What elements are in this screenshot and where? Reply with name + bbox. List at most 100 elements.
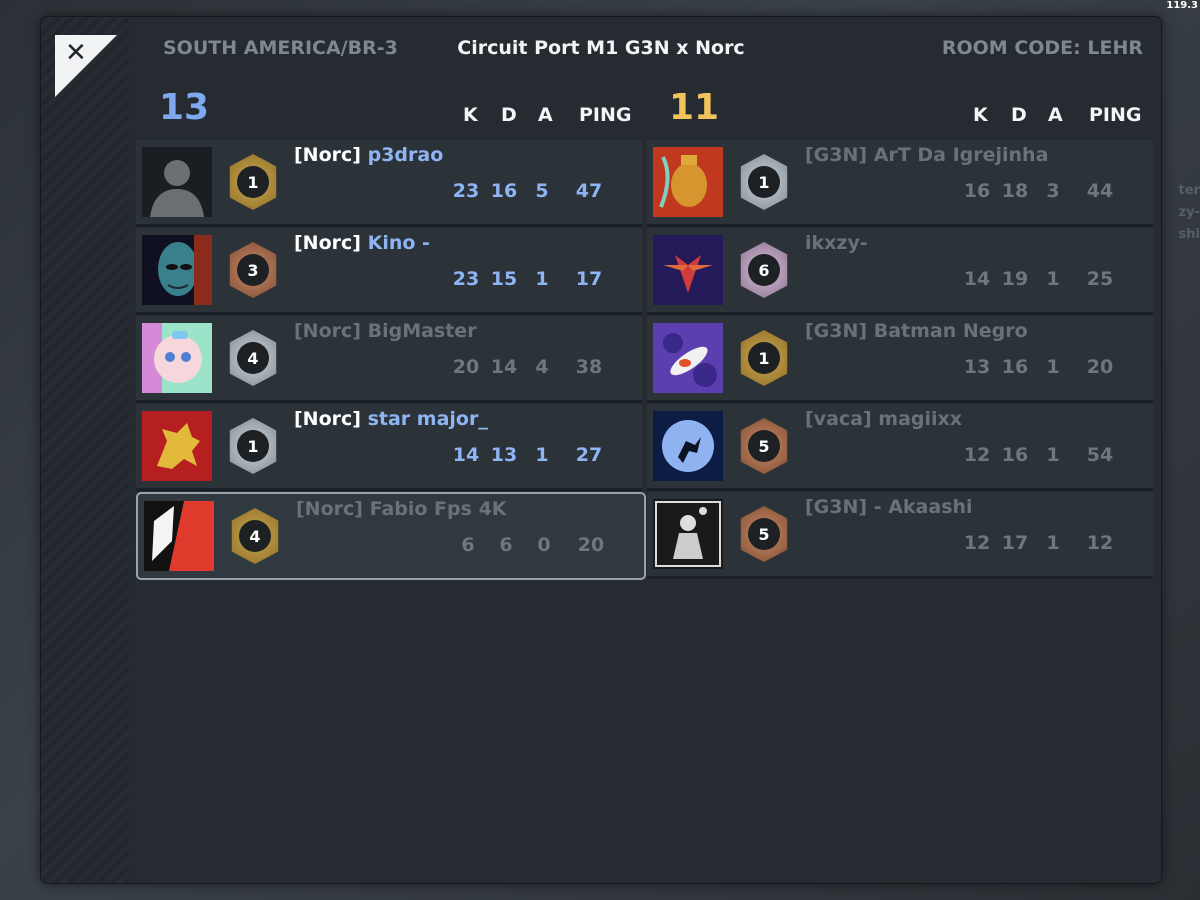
rank-number: 3 [237,254,269,286]
stat-ping: 25 [1086,268,1114,290]
rank-badge-icon: 5 [740,418,788,474]
scoreboard-panel: ✕ SOUTH AMERICA/BR-3 Circuit Port M1 G3N… [40,16,1162,884]
stat-d: 16 [1001,356,1029,378]
clan-tag: [G3N] [805,320,868,342]
stat-a: 3 [1046,180,1060,202]
stat-d: 14 [490,356,518,378]
clan-tag: [Norc] [294,320,361,342]
koi-fish-avatar [653,323,723,393]
column-assists: A [538,104,553,126]
column-ping: PING [1089,104,1142,126]
decorative-stripe [41,17,129,883]
player-name: [Norc] Kino - [294,232,430,254]
column-assists: A [1048,104,1063,126]
player-name: [Norc] BigMaster [294,320,477,342]
stat-k: 12 [963,532,991,554]
player-row[interactable]: 5 [G3N] - Akaashi 12 17 1 12 [647,492,1153,579]
stat-a: 4 [535,356,549,378]
stat-a: 1 [1046,356,1060,378]
stat-a: 1 [1046,532,1060,554]
rank-number: 1 [748,342,780,374]
player-nickname: magiixx [878,408,963,430]
player-row[interactable]: 1 [Norc] p3drao 23 16 5 47 [136,140,642,227]
room-code: ROOM CODE: LEHR [941,37,1143,59]
clan-tag: [Norc] [294,232,361,254]
stat-ping: 44 [1086,180,1114,202]
stat-k: 13 [963,356,991,378]
stat-a: 1 [1046,268,1060,290]
player-row[interactable]: 1 [G3N] ArT Da Igrejinha 16 18 3 44 [647,140,1153,227]
stat-d: 19 [1001,268,1029,290]
player-nickname: p3drao [367,144,444,166]
player-name: [G3N] - Akaashi [805,496,973,518]
rank-badge-icon: 3 [229,242,277,298]
stat-a: 5 [535,180,549,202]
stat-d: 18 [1001,180,1029,202]
player-row[interactable]: 6 ikxzy- 14 19 1 25 [647,228,1153,315]
player-row[interactable]: 1 [G3N] Batman Negro 13 16 1 20 [647,316,1153,403]
stat-ping: 20 [1086,356,1114,378]
player-row[interactable]: 3 [Norc] Kino - 23 15 1 17 [136,228,642,315]
stat-a: 1 [535,268,549,290]
rank-badge-icon: 1 [229,154,277,210]
player-name: [G3N] ArT Da Igrejinha [805,144,1048,166]
player-row[interactable]: 4 [Norc] BigMaster 20 14 4 38 [136,316,642,403]
stat-ping: 17 [575,268,603,290]
player-nickname: star major_ [367,408,488,430]
stat-k: 20 [452,356,480,378]
player-name: [Norc] star major_ [294,408,488,430]
rank-badge-icon: 1 [740,330,788,386]
stat-ping: 20 [577,534,605,556]
stat-k: 14 [452,444,480,466]
player-nickname: - Akaashi [873,496,973,518]
player-row[interactable]: 4 [Norc] Fabio Fps 4K 6 6 0 20 [136,492,646,580]
stat-d: 16 [490,180,518,202]
dragon-vase-avatar [653,147,723,217]
column-ping: PING [579,104,632,126]
stat-d: 6 [499,534,513,556]
column-kills: K [973,104,988,126]
rank-number: 6 [748,254,780,286]
player-name: ikxzy- [805,232,868,254]
rank-number: 1 [748,166,780,198]
stat-d: 16 [1001,444,1029,466]
player-nickname: BigMaster [367,320,477,342]
alien-face-avatar [142,235,212,305]
player-name: [G3N] Batman Negro [805,320,1028,342]
player-row[interactable]: 5 [vaca] magiixx 12 16 1 54 [647,404,1153,491]
default-avatar [142,147,212,217]
clan-tag: [Norc] [294,408,361,430]
stat-a: 1 [535,444,549,466]
team-left-score: 13 [159,87,210,128]
stat-ping: 47 [575,180,603,202]
golden-lion-avatar [142,411,212,481]
stat-k: 14 [963,268,991,290]
clan-tag: [Norc] [296,498,363,520]
stat-k: 12 [963,444,991,466]
anime-girl-avatar [142,323,212,393]
rank-badge-icon: 4 [231,508,279,564]
clan-tag: [G3N] [805,144,868,166]
stat-d: 17 [1001,532,1029,554]
stat-d: 15 [490,268,518,290]
stat-ping: 12 [1086,532,1114,554]
player-name: [Norc] p3drao [294,144,443,166]
player-nickname: Fabio Fps 4K [369,498,507,520]
column-deaths: D [1011,104,1027,126]
warrior-art-avatar [653,499,723,569]
stat-a: 1 [1046,444,1060,466]
rank-number: 4 [239,520,271,552]
player-row[interactable]: 1 [Norc] star major_ 14 13 1 27 [136,404,642,491]
player-nickname: Batman Negro [873,320,1028,342]
column-kills: K [463,104,478,126]
stat-ping: 38 [575,356,603,378]
stat-k: 23 [452,180,480,202]
stat-d: 13 [490,444,518,466]
stat-k: 23 [452,268,480,290]
fps-counter: 119.3 [1166,0,1198,11]
clan-tag: [G3N] [805,496,868,518]
rank-badge-icon: 5 [740,506,788,562]
stat-k: 6 [461,534,475,556]
clan-tag: [vaca] [805,408,872,430]
rank-number: 5 [748,430,780,462]
